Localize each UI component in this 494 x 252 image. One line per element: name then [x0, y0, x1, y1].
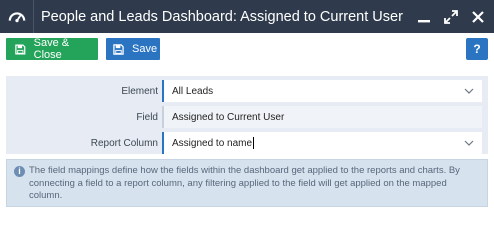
floppy-disk-icon — [15, 43, 26, 55]
window-controls — [409, 0, 494, 33]
report-column-value: Assigned to name — [172, 137, 253, 149]
element-value: All Leads — [172, 85, 214, 97]
window-title: People and Leads Dashboard: Assigned to … — [41, 8, 405, 25]
save-button[interactable]: Save — [106, 38, 160, 60]
help-icon: ? — [473, 42, 481, 56]
save-and-close-button[interactable]: Save & Close — [6, 37, 98, 61]
info-message: i The field mappings define how the fiel… — [6, 159, 488, 207]
dashboard-gauge-icon — [0, 0, 33, 33]
info-text: The field mappings define how the fields… — [29, 165, 460, 202]
chevron-down-icon — [464, 140, 474, 146]
save-label: Save — [132, 43, 158, 55]
text-cursor — [253, 137, 255, 149]
field-row: Field Assigned to Current User — [6, 106, 488, 128]
save-and-close-label: Save & Close — [33, 37, 70, 61]
window-titlebar: People and Leads Dashboard: Assigned to … — [0, 0, 494, 33]
floppy-disk-icon — [113, 43, 124, 55]
field-label: Field — [136, 111, 158, 123]
element-select[interactable]: All Leads — [162, 80, 482, 102]
minimize-icon[interactable] — [412, 5, 436, 29]
report-column-row: Report Column Assigned to name — [6, 132, 488, 154]
element-label: Element — [121, 85, 158, 97]
field-value-box: Assigned to Current User — [162, 106, 482, 128]
element-row: Element All Leads — [6, 80, 488, 102]
title-separator — [33, 0, 34, 33]
chevron-down-icon — [464, 88, 474, 94]
toolbar: Save & Close Save ? — [0, 33, 494, 66]
info-icon: i — [14, 166, 25, 177]
help-button[interactable]: ? — [466, 38, 488, 60]
report-column-select[interactable]: Assigned to name — [162, 132, 482, 154]
close-icon[interactable] — [466, 5, 490, 29]
field-mapping-form: Element All Leads Field Assigned to Curr… — [6, 76, 488, 154]
report-column-label: Report Column — [90, 137, 158, 149]
maximize-icon[interactable] — [439, 5, 463, 29]
field-value: Assigned to Current User — [172, 111, 285, 123]
